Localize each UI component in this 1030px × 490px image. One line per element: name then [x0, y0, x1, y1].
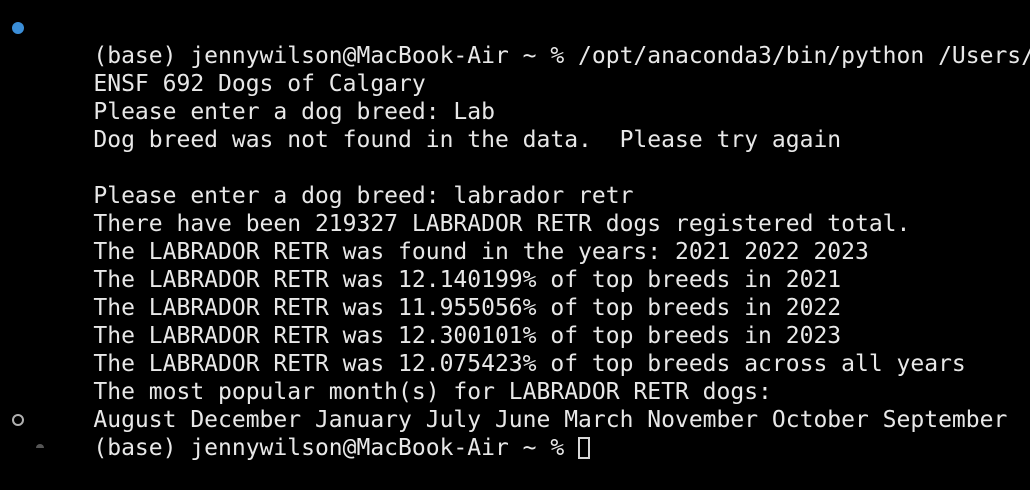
terminal-line: The LABRADOR RETR was 12.300101% of top …	[0, 294, 1030, 349]
terminal-prompt-line[interactable]: (base) jennywilson@MacBook-Air ~ %	[0, 406, 1030, 461]
terminal-line: ENSF 692 Dogs of Calgary	[0, 42, 1030, 97]
terminal-line: The LABRADOR RETR was found in the years…	[0, 210, 1030, 265]
terminal-line: The LABRADOR RETR was 12.140199% of top …	[0, 238, 1030, 293]
terminal-output[interactable]: (base) jennywilson@MacBook-Air ~ % /opt/…	[0, 14, 1030, 461]
command-idle-icon[interactable]	[12, 414, 24, 426]
terminal-line-command: (base) jennywilson@MacBook-Air ~ % /opt/…	[0, 14, 1030, 69]
terminal-line: Please enter a dog breed: Lab	[0, 70, 1030, 125]
cursor-icon	[578, 437, 591, 459]
terminal-line: The LABRADOR RETR was 12.075423% of top …	[0, 322, 1030, 377]
terminal-line: There have been 219327 LABRADOR RETR dog…	[0, 182, 1030, 237]
terminal-line: The most popular month(s) for LABRADOR R…	[0, 350, 1030, 405]
terminal-line: Please enter a dog breed: labrador retr	[0, 154, 1030, 209]
partial-marker-icon	[36, 444, 44, 448]
terminal-line: August December January July June March …	[0, 378, 1030, 433]
prompt-text: (base) jennywilson@MacBook-Air ~ %	[93, 435, 579, 461]
terminal-line: The LABRADOR RETR was 11.955056% of top …	[0, 266, 1030, 321]
terminal-line: Dog breed was not found in the data. Ple…	[0, 98, 1030, 153]
command-success-icon[interactable]	[12, 22, 24, 34]
